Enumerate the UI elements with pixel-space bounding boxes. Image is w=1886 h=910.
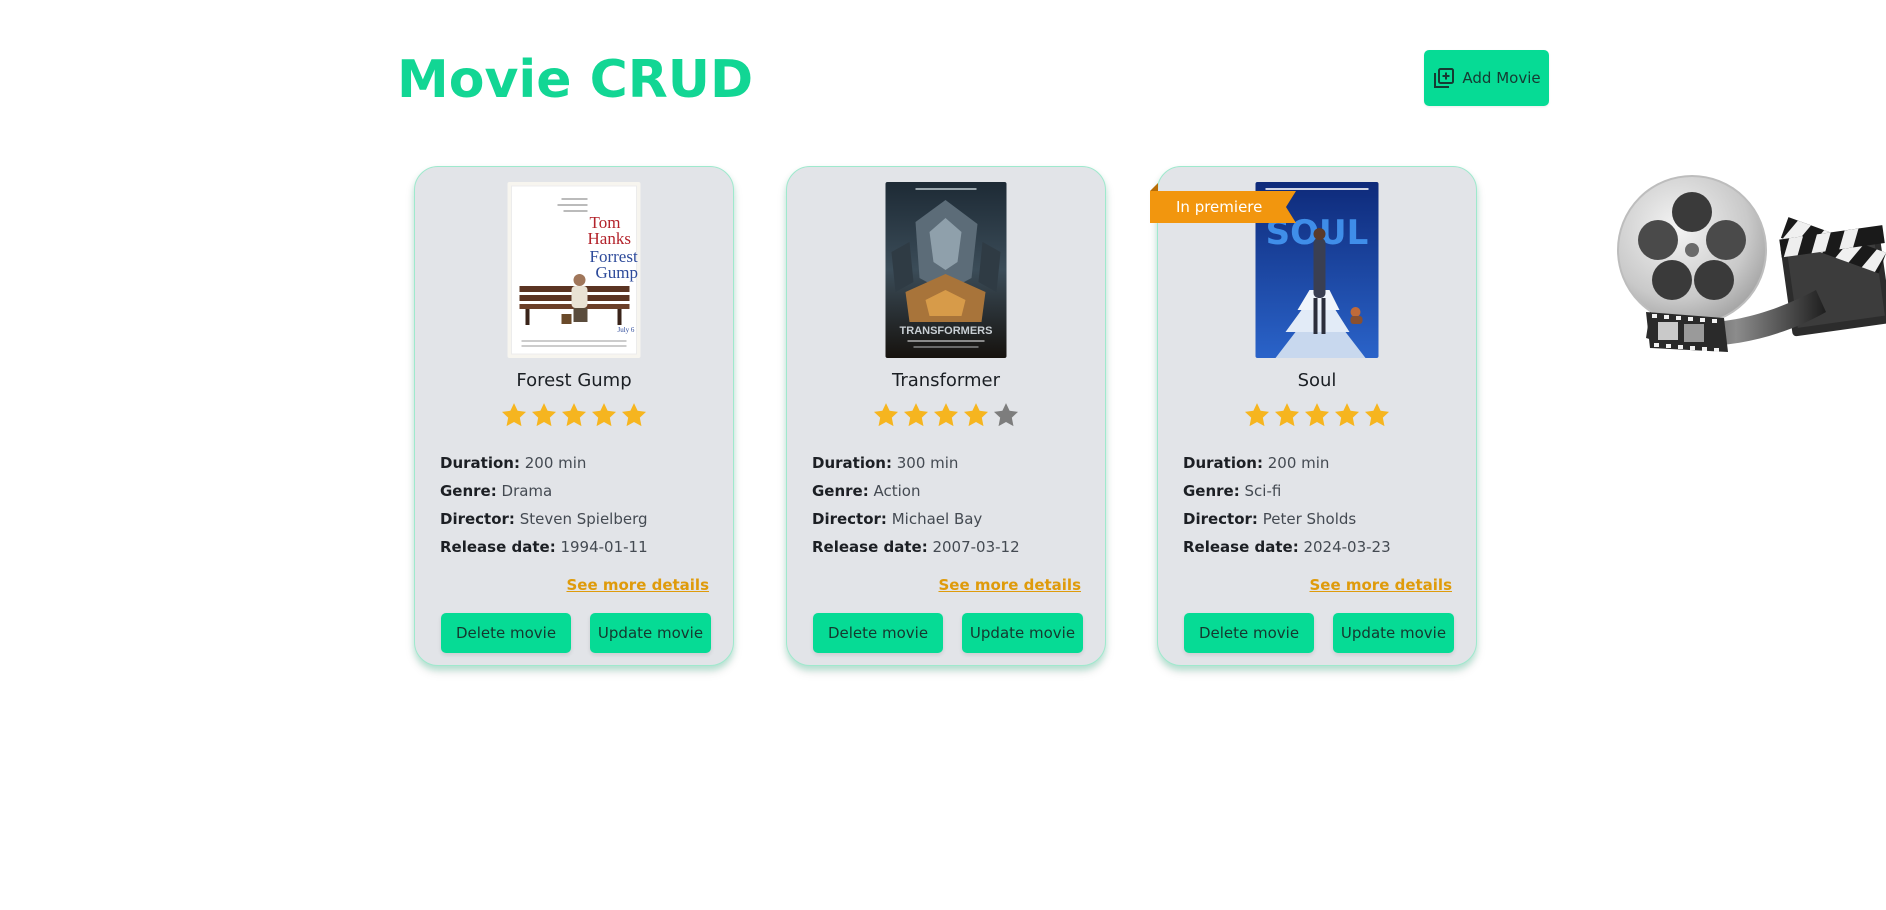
see-more-details-link[interactable]: See more details [1309, 576, 1452, 594]
movie-card: SOUL In premiere Soul Duration [1150, 166, 1477, 666]
director-row: Director: Peter Sholds [1183, 505, 1456, 533]
duration-value: 200 min [1267, 454, 1330, 472]
release-date-row: Release date: 2024-03-23 [1183, 533, 1456, 561]
premiere-badge: In premiere [1176, 198, 1263, 216]
movie-poster: TRANSFORMERS [885, 182, 1007, 358]
director-value: Peter Sholds [1262, 510, 1357, 528]
movie-details: Duration: 300 min Genre: Action Director… [812, 449, 1085, 561]
release-date-row: Release date: 1994-01-11 [440, 533, 713, 561]
star-filled-icon [1364, 403, 1390, 427]
star-filled-icon [591, 403, 617, 427]
duration-label: Duration: [812, 454, 892, 472]
see-more-details-link[interactable]: See more details [938, 576, 1081, 594]
movie-card: Tom Hanks Forrest Gump July 6 Forest Gum… [414, 166, 734, 666]
release-date-value: 1994-01-11 [560, 538, 648, 556]
add-movie-label: Add Movie [1462, 69, 1541, 87]
movie-title: Transformer [891, 370, 1000, 391]
duration-row: Duration: 300 min [812, 449, 1085, 477]
star-filled-icon [933, 403, 959, 427]
star-filled-icon [1244, 403, 1270, 427]
release-date-value: 2024-03-23 [1303, 538, 1391, 556]
star-filled-icon [561, 403, 587, 427]
delete-movie-button[interactable]: Delete movie [441, 613, 571, 653]
star-filled-icon [1334, 403, 1360, 427]
star-rating [1158, 401, 1476, 429]
star-filled-icon [531, 403, 557, 427]
premiere-ribbon: In premiere [1150, 183, 1300, 223]
release-date-label: Release date: [812, 538, 928, 556]
delete-movie-button[interactable]: Delete movie [813, 613, 943, 653]
star-filled-icon [1304, 403, 1330, 427]
duration-row: Duration: 200 min [440, 449, 713, 477]
star-rating [415, 401, 733, 429]
movie-title: Soul [1297, 370, 1337, 391]
page-title: Movie CRUD [397, 50, 754, 110]
update-movie-button[interactable]: Update movie [590, 613, 711, 653]
genre-label: Genre: [1183, 482, 1240, 500]
genre-label: Genre: [440, 482, 497, 500]
svg-text:July 6: July 6 [618, 326, 635, 334]
release-date-label: Release date: [440, 538, 556, 556]
star-empty-icon [993, 403, 1019, 427]
poster-text: Hanks [588, 229, 631, 248]
director-value: Michael Bay [891, 510, 983, 528]
director-row: Director: Steven Spielberg [440, 505, 713, 533]
release-date-row: Release date: 2007-03-12 [812, 533, 1085, 561]
library-add-icon [1432, 66, 1456, 90]
movie-poster: Tom Hanks Forrest Gump July 6 [507, 182, 641, 358]
release-date-label: Release date: [1183, 538, 1299, 556]
genre-row: Genre: Action [812, 477, 1085, 505]
add-movie-button[interactable]: Add Movie [1424, 50, 1549, 106]
genre-value: Drama [501, 482, 553, 500]
star-filled-icon [903, 403, 929, 427]
movie-title: Forest Gump [516, 370, 632, 391]
star-filled-icon [501, 403, 527, 427]
update-movie-button[interactable]: Update movie [962, 613, 1083, 653]
delete-movie-button[interactable]: Delete movie [1184, 613, 1314, 653]
release-date-value: 2007-03-12 [932, 538, 1020, 556]
movie-details: Duration: 200 min Genre: Sci-fi Director… [1183, 449, 1456, 561]
movie-details: Duration: 200 min Genre: Drama Director:… [440, 449, 713, 561]
film-reel-clapperboard-icon [1606, 162, 1886, 362]
duration-label: Duration: [1183, 454, 1263, 472]
star-filled-icon [1274, 403, 1300, 427]
director-value: Steven Spielberg [519, 510, 648, 528]
poster-text: Gump [596, 263, 639, 282]
update-movie-button[interactable]: Update movie [1333, 613, 1454, 653]
page: Movie CRUD Add Movie Tom Hanks Forrest G… [0, 0, 1886, 910]
see-more-details-link[interactable]: See more details [566, 576, 709, 594]
genre-label: Genre: [812, 482, 869, 500]
star-filled-icon [621, 403, 647, 427]
genre-row: Genre: Sci-fi [1183, 477, 1456, 505]
duration-row: Duration: 200 min [1183, 449, 1456, 477]
star-rating [787, 401, 1105, 429]
duration-value: 300 min [896, 454, 959, 472]
movie-card: TRANSFORMERS Transformer Duration: 300 m… [786, 166, 1106, 666]
poster-text: TRANSFORMERS [900, 325, 993, 337]
director-label: Director: [812, 510, 887, 528]
genre-row: Genre: Drama [440, 477, 713, 505]
genre-value: Action [873, 482, 921, 500]
star-filled-icon [963, 403, 989, 427]
director-label: Director: [1183, 510, 1258, 528]
duration-value: 200 min [524, 454, 587, 472]
duration-label: Duration: [440, 454, 520, 472]
genre-value: Sci-fi [1244, 482, 1282, 500]
director-label: Director: [440, 510, 515, 528]
director-row: Director: Michael Bay [812, 505, 1085, 533]
star-filled-icon [873, 403, 899, 427]
